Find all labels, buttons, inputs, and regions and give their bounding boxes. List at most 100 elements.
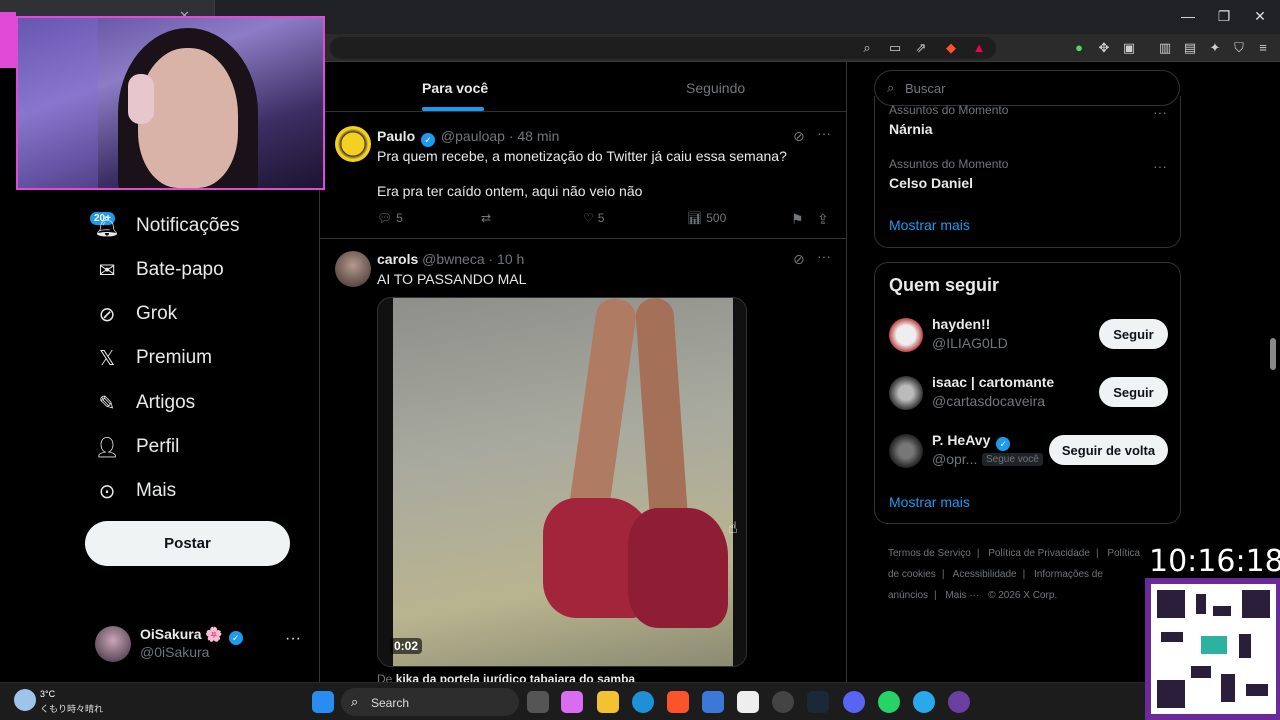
more-icon[interactable]: ··· — [285, 630, 301, 648]
follow-suggestion[interactable]: P. HeAvy ✓ @opr... Segue você Seguir de … — [889, 430, 1169, 474]
capcut-icon[interactable] — [737, 691, 759, 713]
follow-button[interactable]: Seguir — [1099, 377, 1168, 407]
footer-link[interactable]: Mais ··· — [945, 590, 979, 601]
minimize-icon[interactable]: — — [1178, 8, 1198, 26]
obs-icon[interactable] — [772, 691, 794, 713]
heart-icon: ♡ — [583, 211, 594, 225]
nav-more[interactable]: ⊙ Mais — [95, 471, 177, 511]
trend-name[interactable]: Celso Daniel — [889, 175, 973, 191]
cast-icon[interactable]: ▭ — [886, 39, 904, 57]
x-logo-icon: 𝕏 — [98, 347, 116, 370]
rewards-icon[interactable]: ▲ — [970, 39, 988, 57]
edge-icon[interactable] — [632, 691, 654, 713]
store-icon[interactable] — [702, 691, 724, 713]
author-handle[interactable]: @pauloap — [441, 128, 505, 144]
tweet-time[interactable]: · 48 min — [509, 128, 560, 144]
page-scrollbar[interactable] — [1270, 338, 1276, 370]
more-icon[interactable]: ··· — [817, 248, 831, 264]
avatar[interactable] — [889, 434, 923, 468]
weather-description: くもり時々晴れ — [40, 704, 104, 714]
wallet-icon[interactable]: ▤ — [1181, 39, 1199, 57]
steam-icon[interactable] — [807, 691, 829, 713]
trend-name[interactable]: Nárnia — [889, 121, 933, 137]
nav-articles[interactable]: ✎ Artigos — [95, 383, 196, 423]
leo-ai-icon[interactable]: ✦ — [1206, 39, 1224, 57]
qr-code — [1151, 584, 1276, 714]
follow-suggestion[interactable]: isaac | cartomante @cartasdocaveira Segu… — [889, 372, 1169, 416]
close-window-icon[interactable]: ✕ — [1250, 8, 1270, 26]
video-player[interactable]: 0:02 — [377, 297, 747, 667]
telegram-icon[interactable] — [913, 691, 935, 713]
author-name[interactable]: carols — [377, 251, 418, 267]
whatsapp-icon[interactable] — [878, 691, 900, 713]
tweet[interactable]: Paulo ✓ @pauloap · 48 min ⊘ ··· Pra quem… — [320, 112, 846, 239]
nav-chat[interactable]: ✉ Bate-papo — [95, 250, 224, 290]
nav-grok[interactable]: ⊘ Grok — [95, 294, 178, 334]
tab-following[interactable]: Seguindo — [686, 80, 745, 96]
show-more-trends[interactable]: Mostrar mais — [889, 217, 970, 233]
windows-start-icon[interactable] — [312, 691, 334, 713]
qr-finder — [1242, 590, 1270, 618]
reader-icon[interactable]: ▣ — [1120, 39, 1138, 57]
follow-button[interactable]: Seguir — [1099, 319, 1168, 349]
author-name[interactable]: Paulo — [377, 128, 415, 144]
avatar[interactable] — [889, 318, 923, 352]
qr-module — [1239, 634, 1251, 658]
views-button[interactable]: 📊︎ 500 — [687, 211, 726, 225]
avatar[interactable] — [335, 126, 371, 162]
nav-premium[interactable]: 𝕏 Premium — [95, 338, 212, 378]
grok-explain-icon[interactable]: ⊘ — [793, 128, 805, 145]
copilot-icon[interactable] — [561, 691, 583, 713]
like-button[interactable]: ♡ 5 — [583, 211, 604, 225]
avatar[interactable] — [335, 251, 371, 287]
more-icon[interactable]: ··· — [1153, 158, 1167, 174]
brave-icon[interactable] — [667, 691, 689, 713]
share-icon[interactable]: ⇗ — [912, 39, 930, 57]
follow-back-button[interactable]: Seguir de volta — [1049, 435, 1168, 465]
footer-separator: | — [934, 590, 937, 601]
vpn-shield-icon[interactable]: ⛉ — [1230, 39, 1248, 57]
grok-icon: ⊘ — [98, 303, 116, 326]
author-handle[interactable]: @bwneca — [422, 251, 484, 267]
weather-icon[interactable] — [14, 689, 36, 711]
more-icon[interactable]: ··· — [1153, 104, 1167, 120]
vpn-status-icon[interactable]: ● — [1070, 39, 1088, 57]
zoom-icon[interactable]: ⌕ — [858, 39, 876, 57]
avatar[interactable] — [889, 376, 923, 410]
tab-for-you[interactable]: Para você — [422, 80, 488, 96]
taskbar-search[interactable]: ⌕ Search — [341, 688, 519, 716]
app-icon[interactable] — [948, 691, 970, 713]
footer-link[interactable]: Termos de Serviço — [888, 548, 971, 559]
search-placeholder: Buscar — [905, 81, 946, 96]
post-button[interactable]: Postar — [85, 521, 290, 566]
tweet-time[interactable]: · 10 h — [489, 251, 525, 267]
task-view-icon[interactable] — [527, 691, 549, 713]
footer-link[interactable]: Acessibilidade — [953, 569, 1017, 580]
bookmark-icon[interactable]: ⚑ — [791, 211, 804, 228]
like-count: 5 — [597, 211, 605, 225]
account-switcher[interactable]: OiSakura 🌸 ✓ @0iSakura ··· — [95, 624, 305, 664]
show-more-suggestions[interactable]: Mostrar mais — [889, 494, 970, 510]
menu-icon[interactable]: ≡ — [1254, 39, 1272, 57]
file-explorer-icon[interactable] — [597, 691, 619, 713]
discord-icon[interactable] — [843, 691, 865, 713]
brave-shield-icon[interactable]: ◆ — [942, 39, 960, 57]
footer-link[interactable]: Política de Privacidade — [988, 548, 1090, 559]
extensions-icon[interactable]: ✥ — [1095, 39, 1113, 57]
nav-profile[interactable]: 👤︎ Perfil — [94, 427, 179, 467]
grok-explain-icon[interactable]: ⊘ — [793, 251, 805, 268]
suggestion-name[interactable]: hayden!! — [932, 316, 990, 332]
more-icon[interactable]: ··· — [817, 125, 831, 141]
views-icon: 📊︎ — [687, 211, 703, 225]
maximize-icon[interactable]: ❐ — [1214, 8, 1234, 26]
nav-notifications[interactable]: 🔔︎ Notificações — [94, 206, 239, 246]
reply-button[interactable]: 💬︎ 5 — [377, 211, 403, 225]
repost-button[interactable]: ⇄ — [481, 211, 491, 225]
nav-label: Premium — [136, 347, 213, 368]
follow-suggestion[interactable]: hayden!! @ILIAG0LD Seguir — [889, 314, 1169, 358]
timeline-tabs: Para você Seguindo — [320, 62, 846, 112]
share-icon[interactable]: ⇪ — [817, 211, 829, 228]
sidebar-icon[interactable]: ▥ — [1156, 39, 1174, 57]
suggestion-name[interactable]: isaac | cartomante — [932, 374, 1054, 390]
suggestion-name[interactable]: P. HeAvy ✓ — [932, 432, 1012, 451]
